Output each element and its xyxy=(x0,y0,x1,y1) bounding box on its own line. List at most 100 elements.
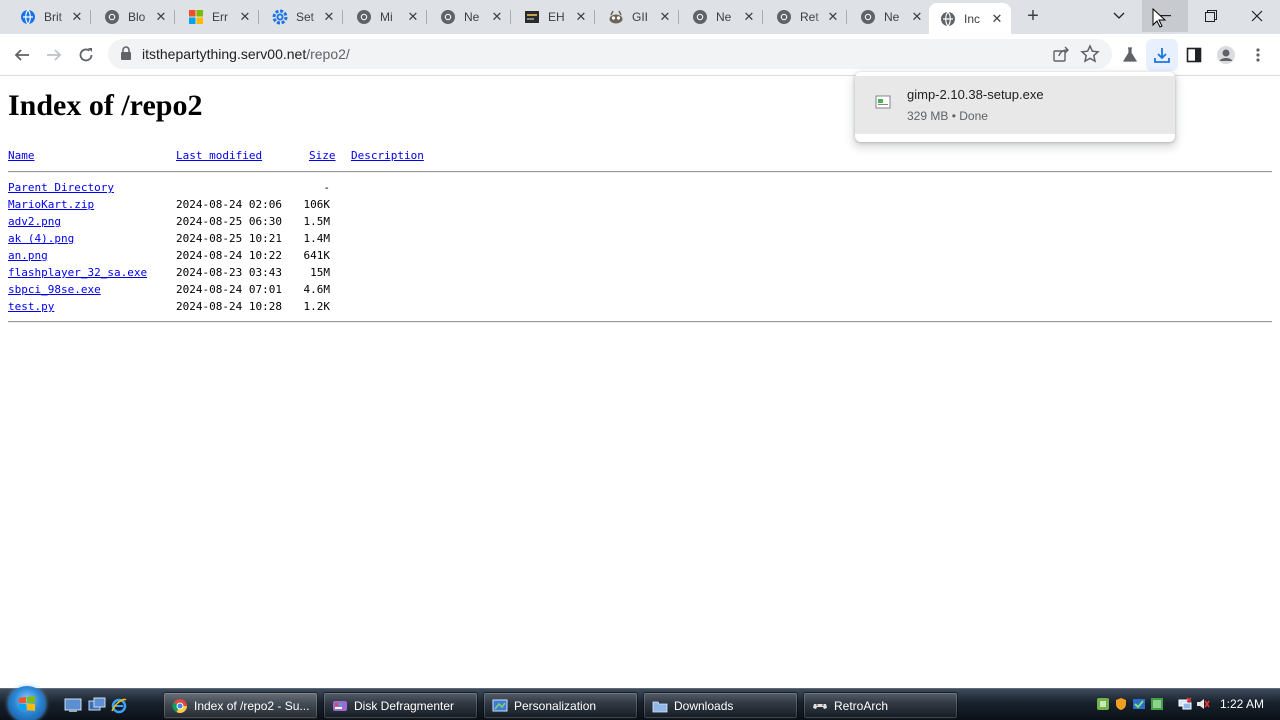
taskbar-item-label: Disk Defragmenter xyxy=(354,698,455,713)
close-icon[interactable]: ✕ xyxy=(825,9,841,25)
column-header-size[interactable]: Size xyxy=(309,149,336,162)
tab-7[interactable]: GII ✕ xyxy=(597,3,679,31)
close-icon[interactable]: ✕ xyxy=(405,9,421,25)
microsoft-icon xyxy=(188,9,204,25)
network-tray-icon[interactable] xyxy=(1096,697,1110,711)
shield-icon[interactable] xyxy=(1114,697,1128,711)
globe-icon xyxy=(20,9,36,25)
tab-3[interactable]: Set ✕ xyxy=(261,3,343,31)
tab-8[interactable]: Ne ✕ xyxy=(681,3,763,31)
close-icon[interactable]: ✕ xyxy=(489,9,505,25)
taskbar-item-personalization[interactable]: Personalization xyxy=(483,692,638,719)
column-header-description[interactable]: Description xyxy=(351,149,424,162)
taskbar-item-retroarch[interactable]: RetroArch xyxy=(803,692,958,719)
show-desktop-icon[interactable] xyxy=(64,696,82,714)
share-icon[interactable] xyxy=(1052,45,1070,63)
column-header-last-modified[interactable]: Last modified xyxy=(176,149,262,162)
clock[interactable]: 1:22 AM xyxy=(1220,697,1264,711)
arrow-right-icon xyxy=(47,49,62,61)
new-tab-button[interactable]: + xyxy=(1022,5,1044,27)
downloads-button[interactable] xyxy=(1146,39,1178,71)
close-icon[interactable]: ✕ xyxy=(69,9,85,25)
taskbar-item-browser[interactable]: Index of /repo2 - Su... xyxy=(163,692,318,719)
tab-title: Brit xyxy=(44,10,62,24)
file-link[interactable]: flashplayer_32_sa.exe xyxy=(8,266,147,279)
profile-button[interactable] xyxy=(1210,39,1242,71)
windows-logo-icon xyxy=(19,696,35,711)
chrome-icon xyxy=(776,9,792,25)
file-link[interactable]: MarioKart.zip xyxy=(8,198,94,211)
download-status: 329 MB • Done xyxy=(907,109,988,123)
file-link[interactable]: adv2.png xyxy=(8,215,61,228)
tab-0[interactable]: Brit ✕ xyxy=(9,3,91,31)
close-icon[interactable]: ✕ xyxy=(573,9,589,25)
file-link[interactable]: test.py xyxy=(8,300,54,313)
file-link[interactable]: an.png xyxy=(8,249,48,262)
close-icon[interactable]: ✕ xyxy=(741,9,757,25)
tab-title: Mi xyxy=(380,10,393,24)
internet-explorer-icon[interactable] xyxy=(110,696,128,714)
chevron-down-icon xyxy=(1113,12,1125,19)
reload-button[interactable] xyxy=(70,39,102,71)
restore-button[interactable] xyxy=(1188,0,1234,32)
chrome-icon xyxy=(860,9,876,25)
tab-1[interactable]: Blo ✕ xyxy=(93,3,175,31)
taskbar: Index of /repo2 - Su... Disk Defragmente… xyxy=(0,686,1280,720)
lock-icon[interactable] xyxy=(120,46,132,60)
extensions-button[interactable] xyxy=(1114,39,1146,71)
tab-title: GII xyxy=(632,10,649,24)
url-host: itsthepartything.serv00.net xyxy=(142,46,307,62)
url-path: /repo2/ xyxy=(306,46,350,62)
forward-button[interactable] xyxy=(38,39,70,71)
download-item[interactable]: gimp-2.10.38-setup.exe 329 MB • Done xyxy=(855,76,1175,134)
file-modified: 2024-08-24 10:28 xyxy=(176,300,282,313)
url-text[interactable]: itsthepartything.serv00.net/repo2/ xyxy=(142,46,350,62)
close-icon[interactable]: ✕ xyxy=(657,9,673,25)
switch-windows-icon[interactable] xyxy=(88,696,106,714)
close-icon[interactable]: ✕ xyxy=(909,9,925,25)
close-window-button[interactable] xyxy=(1234,0,1280,32)
file-modified: 2024-08-24 10:22 xyxy=(176,249,282,262)
close-icon[interactable]: ✕ xyxy=(237,9,253,25)
menu-button[interactable] xyxy=(1242,39,1274,71)
tab-strip: Brit ✕ Blo ✕ Err ✕ Set ✕ Mi ✕ Ne ✕ EH ✕ … xyxy=(0,0,1280,34)
tab-9[interactable]: Ret ✕ xyxy=(765,3,847,31)
tab-11-active[interactable]: Inc ✕ xyxy=(929,3,1011,34)
back-button[interactable] xyxy=(6,39,38,71)
column-header-name[interactable]: Name xyxy=(8,149,35,162)
close-icon[interactable]: ✕ xyxy=(989,11,1005,27)
page-content: Index of /repo2 Name Last modified Size … xyxy=(0,77,1280,688)
file-link[interactable]: ak (4).png xyxy=(8,232,74,245)
taskbar-item-disk-defragmenter[interactable]: Disk Defragmenter xyxy=(323,692,478,719)
file-link[interactable]: sbpci_98se.exe xyxy=(8,283,101,296)
download-filename: gimp-2.10.38-setup.exe xyxy=(907,87,1044,102)
address-bar[interactable]: itsthepartything.serv00.net/repo2/ xyxy=(108,39,1112,69)
tab-5[interactable]: Ne ✕ xyxy=(429,3,511,31)
mouse-cursor-icon xyxy=(1152,8,1166,28)
avatar-icon xyxy=(1217,46,1235,64)
personalization-icon xyxy=(492,699,508,711)
star-icon[interactable] xyxy=(1080,44,1100,64)
close-icon[interactable]: ✕ xyxy=(153,9,169,25)
update-tray-icon[interactable] xyxy=(1150,697,1164,711)
tab-4[interactable]: Mi ✕ xyxy=(345,3,427,31)
tab-2[interactable]: Err ✕ xyxy=(177,3,259,31)
volume-muted-icon[interactable] xyxy=(1196,697,1210,711)
network-disconnected-icon[interactable] xyxy=(1178,697,1192,711)
tab-title: EH xyxy=(548,10,565,24)
arrow-left-icon xyxy=(14,49,29,61)
side-panel-button[interactable] xyxy=(1178,39,1210,71)
checkmark-tray-icon[interactable] xyxy=(1132,697,1146,711)
file-size: 4.6M xyxy=(303,283,331,296)
close-icon[interactable]: ✕ xyxy=(321,9,337,25)
file-icon xyxy=(875,95,891,109)
restore-icon xyxy=(1205,10,1217,22)
file-size: 1.5M xyxy=(303,215,331,228)
tab-search-button[interactable] xyxy=(1096,0,1142,32)
tab-6[interactable]: EH ✕ xyxy=(513,3,595,31)
start-button[interactable] xyxy=(8,686,46,720)
tab-10[interactable]: Ne ✕ xyxy=(849,3,931,31)
file-link[interactable]: Parent Directory xyxy=(8,181,114,194)
taskbar-item-downloads[interactable]: Downloads xyxy=(643,692,798,719)
taskbar-item-label: RetroArch xyxy=(834,698,889,713)
